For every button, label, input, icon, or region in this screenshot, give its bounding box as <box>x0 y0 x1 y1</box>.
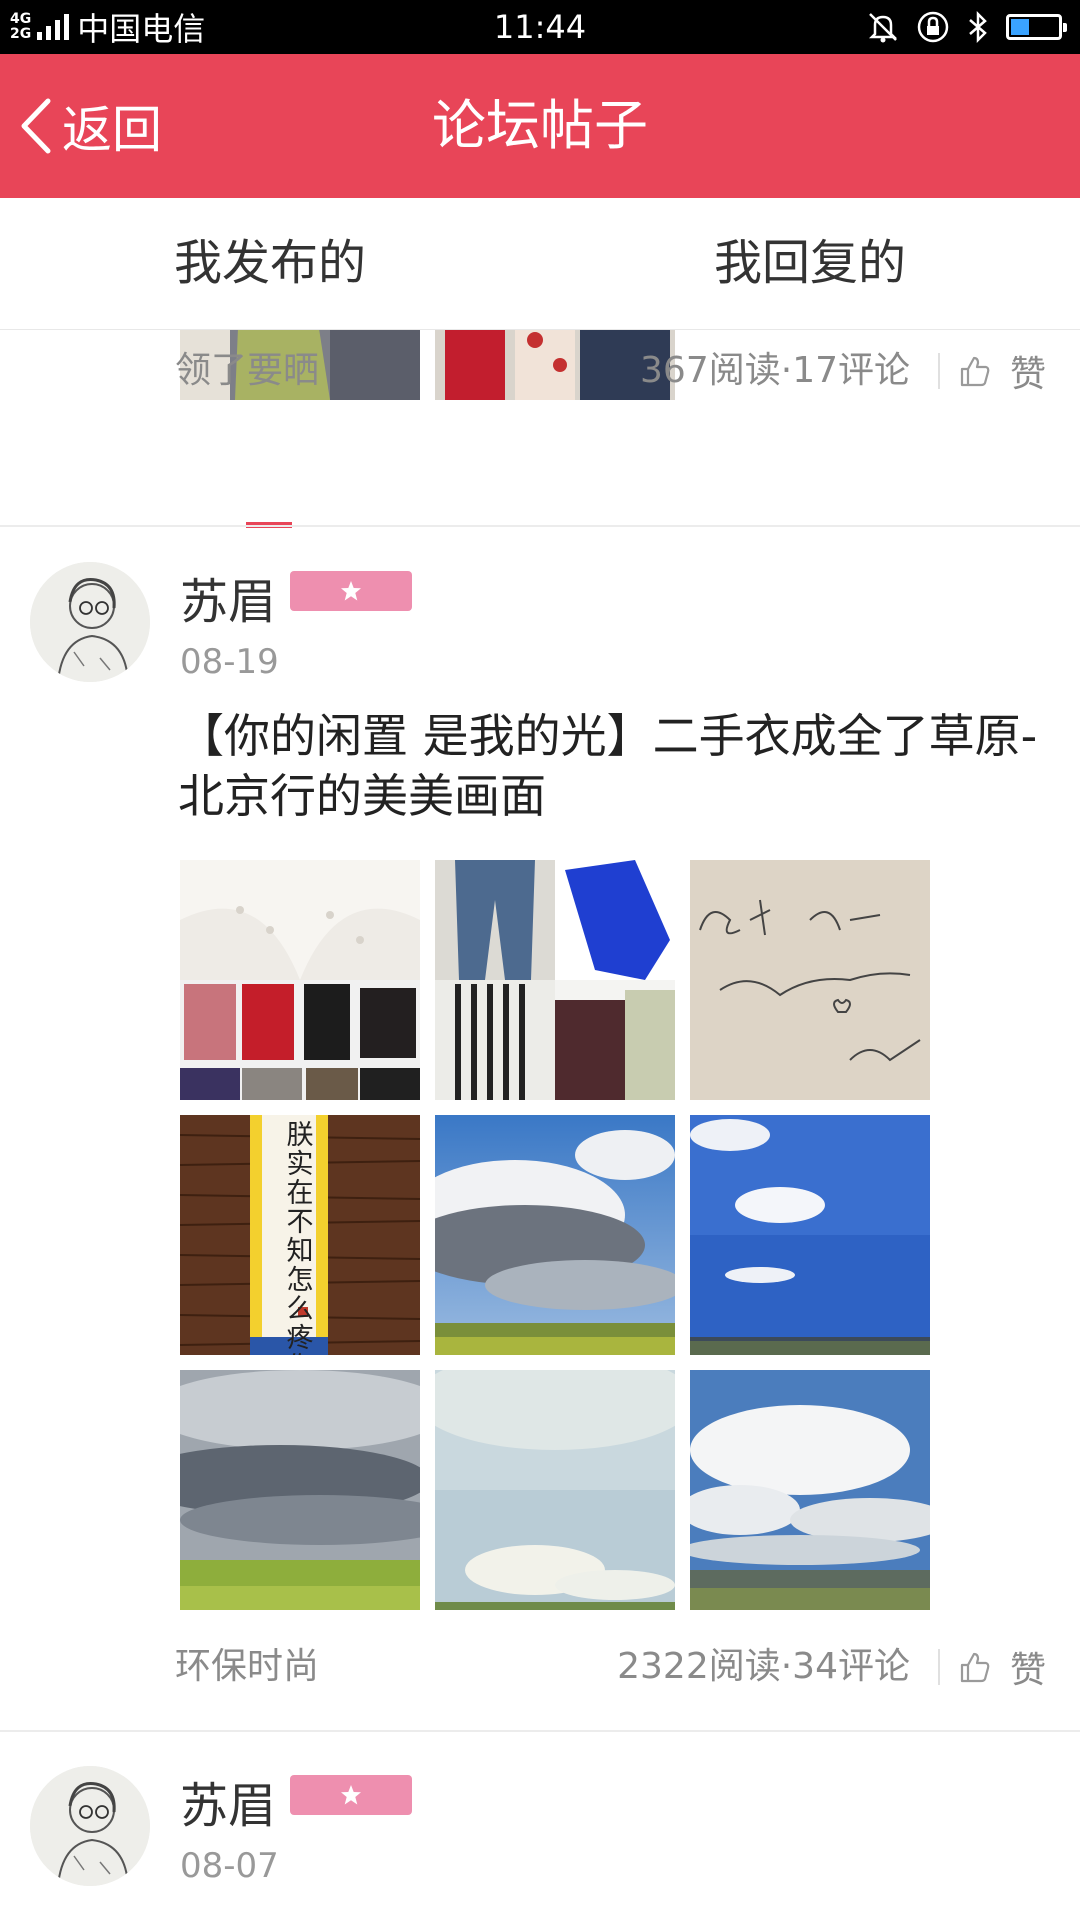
bell-off-icon <box>868 13 898 43</box>
bluetooth-icon <box>969 10 987 44</box>
post-footer: 环保时尚 2322阅读·34评论 赞 <box>0 1627 1080 1707</box>
post-image[interactable] <box>690 1370 930 1610</box>
author-name[interactable]: 苏眉 <box>180 1766 276 1836</box>
post-stats: 2322阅读·34评论 <box>617 1646 910 1687</box>
back-button[interactable]: 返回 <box>18 54 162 198</box>
like-button[interactable]: 赞 <box>958 1627 1046 1707</box>
thumbs-up-icon <box>960 1652 990 1683</box>
footer-divider <box>938 353 940 389</box>
author-name[interactable]: 苏眉 <box>180 562 276 632</box>
back-label: 返回 <box>62 101 162 159</box>
battery-icon <box>1006 14 1067 40</box>
post-image[interactable] <box>690 1115 930 1355</box>
tab-my-posts[interactable]: 我发布的 <box>120 198 420 330</box>
like-label: 赞 <box>1010 354 1047 395</box>
like-button[interactable]: 赞 <box>958 331 1046 411</box>
post-divider <box>0 525 1080 527</box>
post-image[interactable] <box>180 1370 420 1610</box>
post-date: 08-19 <box>180 642 279 682</box>
star-icon <box>341 581 361 601</box>
star-icon <box>341 1785 361 1805</box>
footer-divider <box>938 1649 940 1685</box>
post-stats: 367阅读·17评论 <box>640 350 910 391</box>
battery-level <box>1011 19 1029 35</box>
post-divider <box>0 1730 1080 1732</box>
user-badge <box>290 1775 412 1815</box>
avatar[interactable] <box>30 1766 150 1886</box>
status-bar: 4G 2G 中国电信 11:44 <box>0 0 1080 54</box>
like-label: 赞 <box>1010 1650 1047 1691</box>
avatar[interactable] <box>30 562 150 682</box>
post-feed[interactable]: 领了要晒 367阅读·17评论 赞 苏眉 08-19 【你的闲置 是我的光】二手… <box>0 330 1080 1920</box>
post-image[interactable] <box>435 1115 675 1355</box>
page-title: 论坛帖子 <box>432 94 648 157</box>
rotation-lock-icon <box>917 11 949 43</box>
user-badge <box>290 571 412 611</box>
status-right <box>866 8 1067 46</box>
post-footer: 领了要晒 367阅读·17评论 赞 <box>0 331 1080 411</box>
thumbs-up-icon <box>960 356 990 387</box>
tab-bar: 我发布的 我回复的 <box>0 198 1080 528</box>
post-image[interactable] <box>690 860 930 1100</box>
post-date: 08-07 <box>180 1846 279 1886</box>
post-image[interactable]: 朕实在不知怎么疼你 <box>180 1115 420 1355</box>
post-image[interactable] <box>435 860 675 1100</box>
post-title[interactable]: 【你的闲置 是我的光】二手衣成全了草原-北京行的美美画面 <box>178 706 1038 826</box>
post-tag[interactable]: 领了要晒 <box>175 331 319 411</box>
chevron-left-icon <box>21 98 51 154</box>
app-header: 返回 论坛帖子 <box>0 54 1080 198</box>
calligraphy-text: 朕实在不知怎么疼你 <box>286 1120 314 1355</box>
post-tag[interactable]: 环保时尚 <box>175 1627 319 1707</box>
post-image[interactable] <box>435 1370 675 1610</box>
post-image[interactable] <box>180 860 420 1100</box>
tab-my-replies[interactable]: 我回复的 <box>660 198 960 330</box>
